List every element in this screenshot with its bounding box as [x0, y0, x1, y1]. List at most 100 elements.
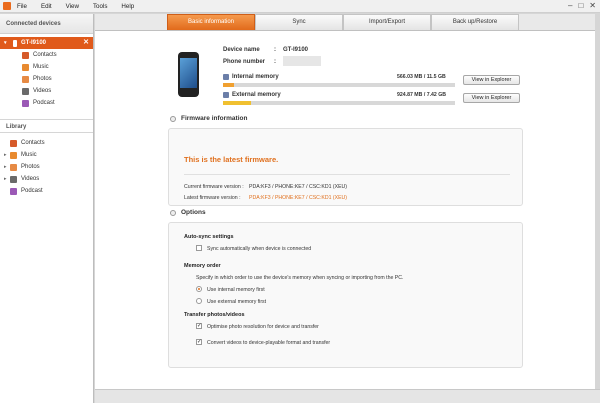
device-item-label: Podcast [33, 100, 55, 106]
device-item-videos[interactable]: Videos [0, 85, 93, 97]
library-item-videos[interactable]: ▸ Videos [0, 173, 93, 185]
status-bar [95, 389, 600, 403]
app-icon [3, 2, 11, 10]
memory-order-title: Memory order [184, 263, 221, 269]
window-controls: – □ ✕ [568, 1, 596, 11]
disconnect-icon[interactable]: ✕ [83, 38, 89, 46]
menu-file[interactable]: File [17, 3, 27, 10]
current-firmware-label: Current firmware version : [184, 184, 244, 190]
firmware-panel: This is the latest firmware. Current fir… [168, 128, 523, 206]
view-in-explorer-internal-button[interactable]: View in Explorer [463, 75, 520, 85]
device-item-music[interactable]: Music [0, 61, 93, 73]
podcast-icon [22, 99, 29, 107]
main-panel: Basic information Sync Import/Export Bac… [95, 14, 595, 403]
use-external-first-radio[interactable] [196, 298, 202, 304]
library-item-contacts[interactable]: Contacts [0, 137, 93, 149]
options-section-title: Options [181, 209, 206, 216]
library-item-label: Music [21, 152, 37, 158]
options-panel: Auto-sync settings Sync automatically wh… [168, 222, 523, 368]
tab-import-export[interactable]: Import/Export [343, 14, 431, 30]
library-header: Library [0, 119, 93, 133]
maximize-button[interactable]: □ [578, 1, 583, 11]
internal-memory-value: 566.03 MB / 11.5 GB [397, 74, 446, 80]
view-in-explorer-external-button[interactable]: View in Explorer [463, 93, 520, 103]
connected-devices-header: Connected devices [0, 14, 93, 34]
firmware-section-header[interactable]: Firmware information [170, 115, 247, 122]
external-memory-value: 924.87 MB / 7.42 GB [397, 92, 447, 98]
tab-bar: Basic information Sync Import/Export Bac… [95, 14, 595, 31]
device-item-label: Photos [33, 76, 52, 82]
options-gear-icon[interactable] [170, 209, 176, 216]
videos-icon [22, 87, 29, 95]
firmware-section-title: Firmware information [181, 115, 248, 122]
current-firmware-value: PDA:KF3 / PHONE:KE7 / CSC:KD1 (XEU) [249, 184, 348, 190]
device-name-label: GT-I9100 [21, 40, 47, 46]
optimise-photo-checkbox[interactable]: ✓ [196, 323, 202, 329]
internal-memory-fill [223, 83, 235, 87]
contacts-icon [10, 139, 17, 147]
tab-sync[interactable]: Sync [255, 14, 343, 30]
library-item-label: Photos [21, 164, 40, 170]
phone-number-separator: : [274, 59, 276, 65]
collapse-section-icon[interactable] [170, 115, 176, 122]
device-item-label: Videos [33, 88, 52, 94]
firmware-divider [184, 174, 510, 175]
internal-memory-bar [223, 83, 455, 87]
external-memory-fill [223, 101, 252, 105]
optimise-photo-label: Optimise photo resolution for device and… [207, 324, 319, 330]
external-memory-bar [223, 101, 455, 105]
device-name-separator: : [274, 47, 276, 53]
latest-firmware-value: PDA:KF3 / PHONE:KE7 / CSC:KD1 (XEU) [249, 195, 348, 201]
external-memory-label: External memory [232, 92, 281, 98]
menu-bar: File Edit View Tools Help – □ ✕ [0, 0, 600, 13]
menu-tools[interactable]: Tools [93, 3, 107, 10]
collapse-arrow-icon[interactable]: ▾ [4, 40, 10, 46]
autosync-checkbox[interactable] [196, 245, 202, 251]
music-icon [22, 63, 29, 71]
external-memory-icon [223, 92, 229, 98]
tab-backup-restore[interactable]: Back up/Restore [431, 14, 519, 30]
use-external-first-label: Use external memory first [207, 299, 267, 305]
phone-number-value [283, 56, 321, 66]
photos-icon [22, 75, 29, 83]
convert-videos-label: Convert videos to device-playable format… [207, 340, 331, 346]
library-item-podcast[interactable]: Podcast [0, 185, 93, 197]
minimize-button[interactable]: – [568, 1, 572, 11]
autosync-title: Auto-sync settings [184, 234, 234, 240]
videos-icon [10, 175, 17, 183]
device-item-label: Music [33, 64, 49, 70]
device-item-podcast[interactable]: Podcast [0, 97, 93, 109]
memory-order-description: Specify in which order to use the device… [196, 275, 404, 281]
tab-basic-information[interactable]: Basic information [167, 14, 255, 30]
sidebar: Connected devices ▾ GT-I9100 ✕ Contacts M… [0, 14, 94, 403]
transfer-title: Transfer photos/videos [184, 312, 245, 318]
photos-icon [10, 163, 17, 171]
menu-view[interactable]: View [66, 3, 79, 10]
device-name-value: GT-I9100 [283, 47, 309, 53]
phone-icon [13, 39, 17, 47]
use-internal-first-label: Use internal memory first [207, 287, 265, 293]
device-item-contacts[interactable]: Contacts [0, 49, 93, 61]
menu-edit[interactable]: Edit [41, 3, 52, 10]
library-item-music[interactable]: ▸ Music [0, 149, 93, 161]
latest-firmware-label: Latest firmware version : [184, 195, 241, 201]
convert-videos-checkbox[interactable]: ✓ [196, 339, 202, 345]
phone-number-label: Phone number [223, 59, 266, 65]
internal-memory-icon [223, 74, 229, 80]
device-item[interactable]: ▾ GT-I9100 ✕ [0, 37, 93, 49]
menu-help[interactable]: Help [121, 3, 134, 10]
contacts-icon [22, 51, 29, 59]
device-name-label: Device name [223, 47, 260, 53]
device-item-photos[interactable]: Photos [0, 73, 93, 85]
library-item-photos[interactable]: ▸ Photos [0, 161, 93, 173]
firmware-status: This is the latest firmware. [184, 155, 279, 164]
autosync-label: Sync automatically when device is connec… [207, 246, 312, 252]
device-item-label: Contacts [33, 52, 57, 58]
device-image [178, 52, 199, 97]
use-internal-first-radio[interactable] [196, 286, 202, 292]
internal-memory-label: Internal memory [232, 74, 279, 80]
options-section-header[interactable]: Options [170, 209, 206, 216]
podcast-icon [10, 187, 17, 195]
close-window-button[interactable]: ✕ [589, 1, 596, 11]
library-item-label: Podcast [21, 188, 43, 194]
